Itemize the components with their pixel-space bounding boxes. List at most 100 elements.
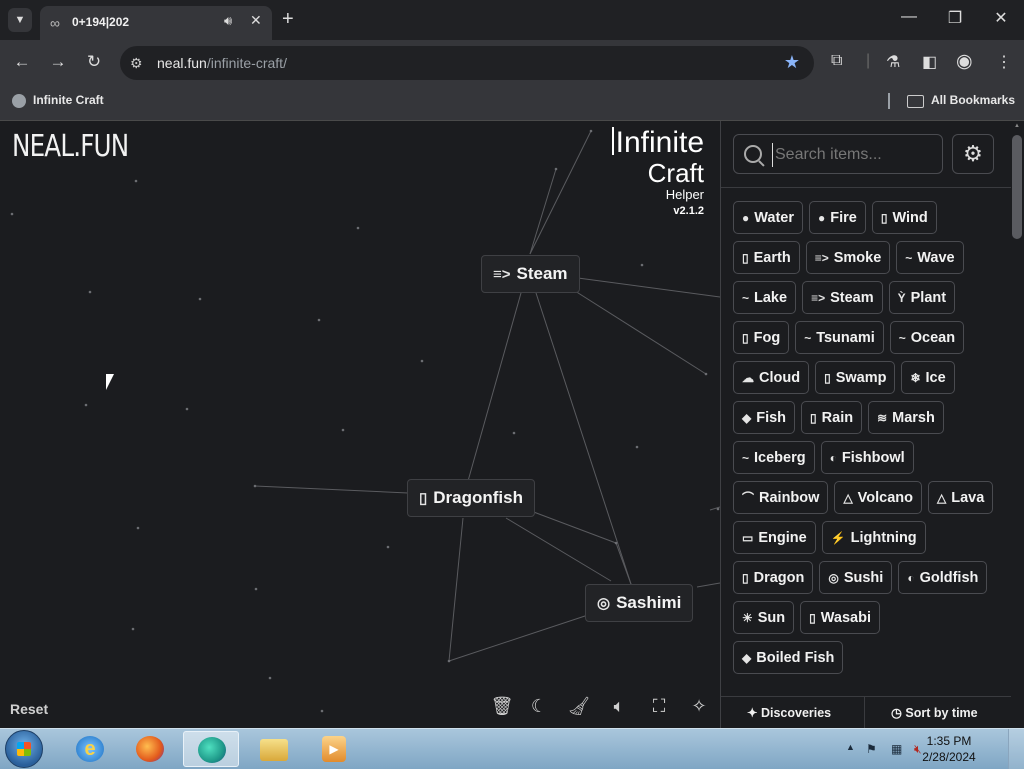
item-label: Earth bbox=[753, 249, 791, 266]
search-input[interactable] bbox=[772, 143, 937, 167]
item-emoji-icon: ▭ bbox=[742, 530, 754, 545]
broom-icon[interactable]: 🧹︎ bbox=[567, 694, 591, 718]
side-panel-icon[interactable]: ◧ bbox=[922, 52, 937, 72]
item-chip[interactable]: ▯ Wind bbox=[871, 201, 937, 234]
site-info-icon[interactable]: ⚙ bbox=[130, 55, 143, 72]
screenshot-icon[interactable]: ⛶ bbox=[647, 694, 671, 718]
profile-avatar-icon[interactable]: ◉ bbox=[956, 50, 973, 73]
file-explorer-icon[interactable] bbox=[246, 731, 302, 767]
infinity-icon: ∞ bbox=[50, 15, 60, 31]
item-chip[interactable]: ▯ Fog bbox=[733, 321, 790, 354]
item-chip[interactable]: ~ Iceberg bbox=[733, 441, 815, 474]
bookmarks-bar: Infinite Craft All Bookmarks bbox=[0, 86, 1024, 121]
item-chip[interactable]: ◆ Fish bbox=[733, 401, 796, 434]
item-chip[interactable]: Ỳ Plant bbox=[888, 281, 956, 314]
brand-craft: Craft bbox=[647, 158, 704, 188]
close-icon[interactable]: ✕ bbox=[250, 12, 262, 29]
item-chip[interactable]: ▯ Swamp bbox=[815, 361, 896, 394]
bookmark-infinite-craft[interactable]: Infinite Craft bbox=[33, 93, 104, 107]
extensions-icon[interactable]: ⧉ bbox=[831, 52, 842, 70]
action-center-flag-icon[interactable]: ⚑ bbox=[866, 742, 877, 756]
canvas-node-dragonfish[interactable]: ▯ Dragonfish bbox=[407, 479, 535, 517]
item-chip[interactable]: △ Volcano bbox=[834, 481, 922, 514]
tab-search-button[interactable]: ▼ bbox=[8, 8, 32, 32]
address-bar[interactable]: ⚙ neal.fun/infinite-craft/ ★ bbox=[120, 46, 814, 80]
item-chip[interactable]: ☀ Sun bbox=[733, 601, 795, 634]
restore-icon[interactable]: ❐ bbox=[940, 8, 970, 28]
new-tab-button[interactable]: + bbox=[282, 8, 294, 30]
item-chip[interactable]: ⌒ Rainbow bbox=[733, 481, 829, 514]
labs-flask-icon[interactable]: ⚗ bbox=[886, 52, 900, 72]
all-bookmarks-button[interactable]: All Bookmarks bbox=[931, 93, 1015, 107]
item-chip[interactable]: △ Lava bbox=[928, 481, 994, 514]
network-icon[interactable]: ▦ bbox=[891, 742, 902, 756]
item-chip[interactable]: ⚡ Lightning bbox=[821, 521, 926, 554]
canvas-node-sashimi[interactable]: ◎ Sashimi bbox=[585, 584, 694, 622]
item-chip[interactable]: ◐ Fishbowl bbox=[820, 441, 914, 474]
item-chip[interactable]: ≋ Marsh bbox=[868, 401, 944, 434]
internet-explorer-icon[interactable]: e bbox=[62, 731, 118, 767]
craft-canvas[interactable]: NEAL.FUN Infinite Craft Helper v2.1.2 ≡>… bbox=[0, 121, 720, 728]
volume-icon[interactable]: 🔈︎ bbox=[607, 694, 631, 718]
start-button[interactable] bbox=[5, 730, 43, 768]
neal-fun-logo[interactable]: NEAL.FUN bbox=[12, 129, 129, 164]
item-chip[interactable]: ▭ Engine bbox=[733, 521, 816, 554]
show-hidden-icons-icon[interactable]: ▲ bbox=[846, 742, 855, 752]
item-chip[interactable]: ● Fire bbox=[809, 201, 866, 234]
reload-icon[interactable]: ↻ bbox=[83, 52, 105, 72]
item-chip[interactable]: ≡> Steam bbox=[802, 281, 883, 314]
item-label: Plant bbox=[910, 289, 947, 306]
item-chip[interactable]: ▯ Dragon bbox=[733, 561, 814, 594]
search-box[interactable] bbox=[733, 134, 943, 174]
item-chip[interactable]: ▯ Earth bbox=[733, 241, 800, 274]
item-chip[interactable]: ◐ Goldfish bbox=[898, 561, 988, 594]
system-clock[interactable]: 1:35 PM 2/28/2024 bbox=[920, 733, 978, 765]
forward-arrow-icon[interactable]: → bbox=[47, 52, 69, 72]
item-label: Volcano bbox=[857, 489, 913, 506]
item-chip[interactable]: ▯ Rain bbox=[801, 401, 863, 434]
bookmark-star-icon[interactable]: ★ bbox=[784, 52, 800, 73]
trash-can-icon[interactable]: 🗑︎ bbox=[490, 694, 514, 718]
item-emoji-icon: ▯ bbox=[824, 370, 831, 385]
item-chip[interactable]: ☁ Cloud bbox=[733, 361, 810, 394]
minimize-icon[interactable]: — bbox=[894, 8, 924, 26]
sort-by-time-button[interactable]: ◷ Sort by time bbox=[891, 705, 978, 720]
sparkle-icon: ✦ bbox=[747, 706, 761, 720]
item-chip[interactable]: ● Water bbox=[733, 201, 803, 234]
scroll-up-arrow-icon[interactable]: ▲ bbox=[1014, 123, 1020, 129]
item-chip[interactable]: ~ Ocean bbox=[889, 321, 965, 354]
discoveries-button[interactable]: ✦ Discoveries bbox=[747, 705, 831, 720]
speaker-icon[interactable]: 🔊︎ bbox=[224, 13, 232, 29]
show-desktop-button[interactable] bbox=[1008, 729, 1024, 769]
moon-icon[interactable]: ☾ bbox=[527, 694, 551, 718]
item-chip[interactable]: ▯ Wasabi bbox=[800, 601, 880, 634]
item-label: Swamp bbox=[835, 369, 887, 386]
canvas-node-steam[interactable]: ≡> Steam bbox=[481, 255, 580, 293]
menu-icon[interactable]: ⋮ bbox=[996, 52, 1012, 72]
firefox-icon[interactable] bbox=[122, 731, 178, 767]
close-icon[interactable]: ✕ bbox=[986, 8, 1016, 28]
item-emoji-icon: ▯ bbox=[742, 570, 749, 585]
item-chip[interactable]: ◎ Sushi bbox=[819, 561, 893, 594]
item-chip[interactable]: ~ Wave bbox=[896, 241, 964, 274]
windows-taskbar: e ▶ ▲ ⚑ ▦ 🔇︎ 1:35 PM 2/28/2024 bbox=[0, 728, 1024, 769]
item-chip[interactable]: ◆ Boiled Fish bbox=[733, 641, 844, 674]
sidebar-divider bbox=[721, 187, 1011, 188]
item-chip[interactable]: ❄ Ice bbox=[901, 361, 955, 394]
browser-tab[interactable]: ∞ 0+194|202 🔊︎ ✕ bbox=[40, 6, 272, 40]
canvas-node-label: Sashimi bbox=[616, 593, 682, 612]
reset-button[interactable]: Reset bbox=[10, 701, 48, 717]
settings-button[interactable]: ⚙ bbox=[952, 134, 994, 174]
back-arrow-icon[interactable]: ← bbox=[11, 52, 33, 72]
item-chip[interactable]: ≡> Smoke bbox=[805, 241, 891, 274]
item-chip[interactable]: ~ Tsunami bbox=[795, 321, 884, 354]
edge-icon[interactable] bbox=[183, 731, 239, 767]
item-emoji-icon: ▯ bbox=[809, 610, 816, 625]
item-chip[interactable]: ~ Lake bbox=[733, 281, 797, 314]
item-emoji-icon: ⚡ bbox=[830, 530, 846, 545]
media-player-icon[interactable]: ▶ bbox=[306, 731, 362, 767]
sidebar-scrollbar[interactable] bbox=[1012, 135, 1022, 239]
mouse-cursor bbox=[106, 374, 114, 390]
brand-infinite: Infinite bbox=[612, 127, 704, 159]
sparkle-icon[interactable]: ✧ bbox=[687, 694, 711, 718]
